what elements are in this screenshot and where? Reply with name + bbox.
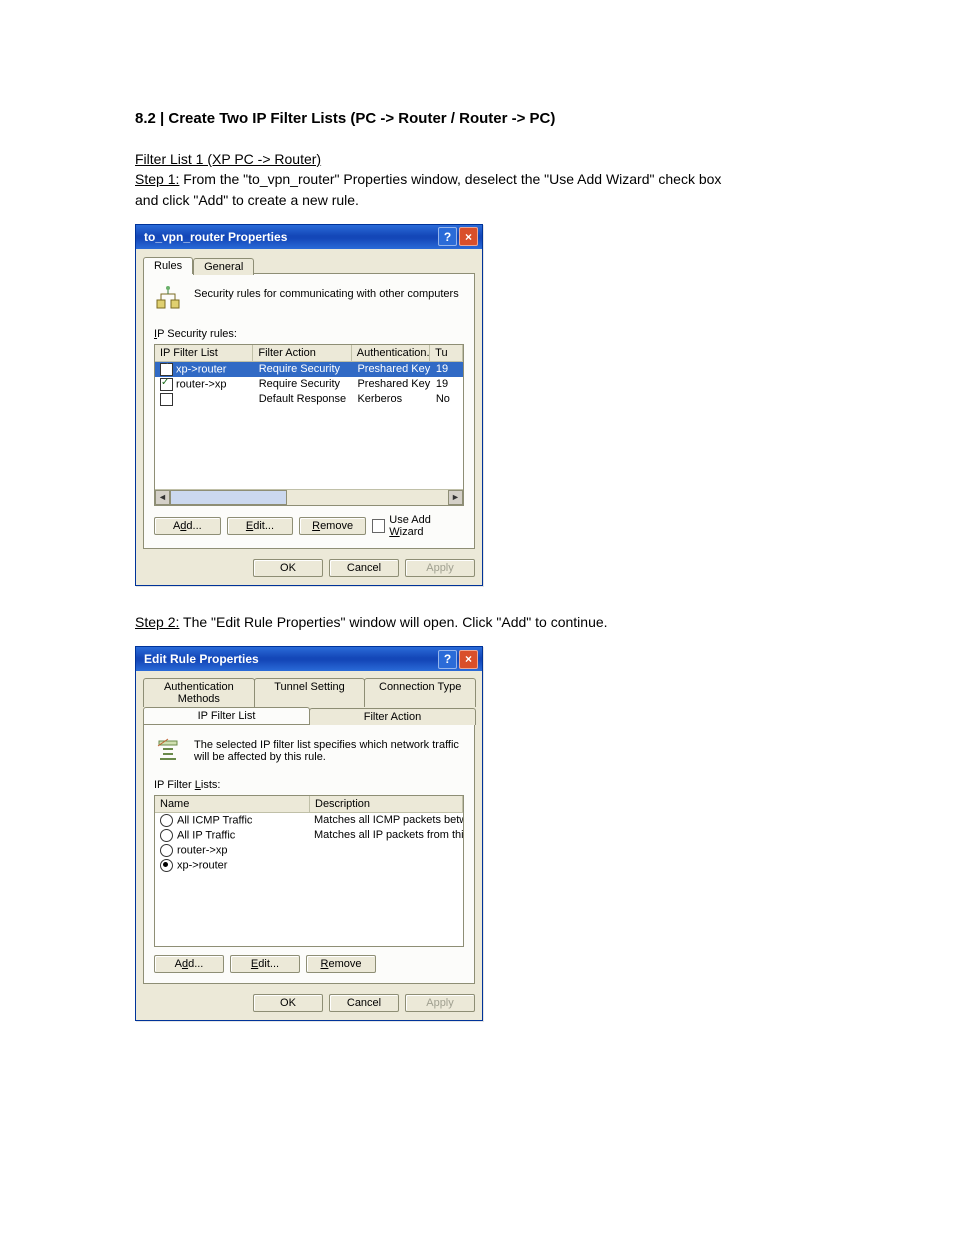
step1-text-a: From the "to_vpn_router" Properties wind… [179, 171, 721, 187]
window-title: Edit Rule Properties [144, 652, 259, 666]
panel-description: The selected IP filter list specifies wh… [194, 737, 464, 763]
col-description[interactable]: Description [310, 796, 463, 812]
tab-authentication-methods[interactable]: Authentication Methods [143, 678, 255, 707]
table-row[interactable]: Default ResponseKerberosNo [155, 392, 463, 407]
list-item[interactable]: xp->router [155, 858, 463, 873]
cancel-button[interactable]: Cancel [329, 559, 399, 577]
ip-security-rules-label: IIP Security rules:P Security rules: [154, 328, 464, 340]
edit-button[interactable]: Edit... [230, 955, 300, 973]
intro-paragraph: Filter List 1 (XP PC -> Router) Step 1: … [135, 149, 819, 210]
radio-icon[interactable] [160, 814, 173, 827]
tab-ip-filter-list[interactable]: IP Filter List [143, 707, 310, 724]
radio-icon[interactable] [160, 829, 173, 842]
tab-rules[interactable]: Rules [143, 257, 193, 274]
list-item[interactable]: router->xp [155, 843, 463, 858]
col-ip-filter-list[interactable]: IP Filter List [155, 345, 253, 361]
edit-button[interactable]: Edit... [227, 517, 294, 535]
ip-filter-lists-label: IP Filter Lists: [154, 779, 464, 791]
titlebar[interactable]: to_vpn_router Properties ? × [136, 225, 482, 249]
list-item[interactable]: All ICMP TrafficMatches all ICMP packets… [155, 813, 463, 828]
step2-paragraph: Step 2: The "Edit Rule Properties" windo… [135, 612, 819, 632]
ip-security-rules-list[interactable]: IP Filter List Filter Action Authenticat… [154, 344, 464, 506]
use-add-wizard-checkbox[interactable]: Use Add Wizard [372, 514, 464, 538]
filter-list-icon [154, 737, 182, 765]
security-rules-icon [154, 286, 182, 314]
close-icon[interactable]: × [459, 650, 478, 669]
ip-filter-lists[interactable]: Name Description All ICMP TrafficMatches… [154, 795, 464, 947]
checkbox-icon[interactable] [160, 393, 173, 406]
help-icon[interactable]: ? [438, 650, 457, 669]
scrollbar-thumb[interactable] [170, 490, 287, 505]
apply-button[interactable]: Apply [405, 994, 475, 1012]
window-title: to_vpn_router Properties [144, 230, 287, 244]
section-heading: 8.2 | Create Two IP Filter Lists (PC -> … [135, 110, 819, 127]
col-tunnel[interactable]: Tu [430, 345, 463, 361]
to-vpn-router-properties-window: to_vpn_router Properties ? × Rules Gener… [135, 224, 483, 586]
step2-label: Step 2: [135, 614, 179, 630]
ok-button[interactable]: OK [253, 559, 323, 577]
tab-general[interactable]: General [193, 258, 254, 275]
step1-text-b: and click "Add" to create a new rule. [135, 192, 359, 208]
filter-list-label: Filter List 1 (XP PC -> Router) [135, 151, 321, 167]
radio-icon[interactable] [160, 859, 173, 872]
close-icon[interactable]: × [459, 227, 478, 246]
tab-filter-action[interactable]: Filter Action [309, 708, 476, 725]
step2-text: The "Edit Rule Properties" window will o… [179, 614, 607, 630]
add-button[interactable]: Add... [154, 955, 224, 973]
add-button[interactable]: Add... [154, 517, 221, 535]
ok-button[interactable]: OK [253, 994, 323, 1012]
checkbox-icon[interactable] [372, 519, 385, 533]
apply-button[interactable]: Apply [405, 559, 475, 577]
step1-label: Step 1: [135, 171, 179, 187]
tab-tunnel-setting[interactable]: Tunnel Setting [254, 678, 366, 707]
help-icon[interactable]: ? [438, 227, 457, 246]
horizontal-scrollbar[interactable]: ◄ ► [155, 489, 463, 505]
titlebar[interactable]: Edit Rule Properties ? × [136, 647, 482, 671]
table-row[interactable]: router->xpRequire SecurityPreshared Key1… [155, 377, 463, 392]
tab-connection-type[interactable]: Connection Type [364, 678, 476, 707]
panel-description: Security rules for communicating with ot… [194, 286, 459, 300]
col-name[interactable]: Name [155, 796, 310, 812]
table-row[interactable]: xp->routerRequire SecurityPreshared Key1… [155, 362, 463, 377]
radio-icon[interactable] [160, 844, 173, 857]
scroll-right-icon[interactable]: ► [448, 490, 463, 505]
remove-button[interactable]: Remove [299, 517, 366, 535]
checkbox-icon[interactable] [160, 378, 173, 391]
col-authentication[interactable]: Authentication... [352, 345, 430, 361]
list-item[interactable]: All IP TrafficMatches all IP packets fro… [155, 828, 463, 843]
scroll-left-icon[interactable]: ◄ [155, 490, 170, 505]
cancel-button[interactable]: Cancel [329, 994, 399, 1012]
checkbox-icon[interactable] [160, 363, 173, 376]
col-filter-action[interactable]: Filter Action [253, 345, 351, 361]
remove-button[interactable]: Remove [306, 955, 376, 973]
edit-rule-properties-window: Edit Rule Properties ? × Authentication … [135, 646, 483, 1021]
